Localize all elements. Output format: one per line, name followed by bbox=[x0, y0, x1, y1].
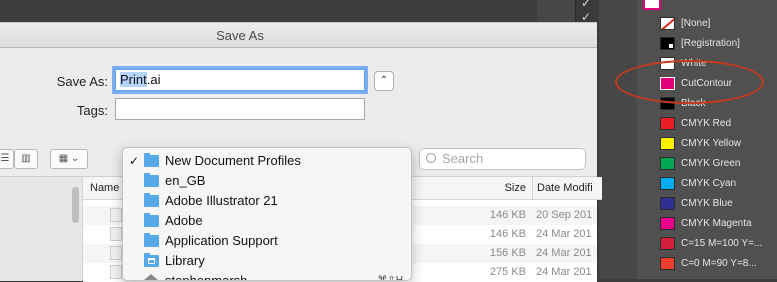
folder-icon bbox=[144, 193, 159, 207]
location-menu-label: Adobe bbox=[165, 213, 203, 228]
swatch-chip bbox=[660, 176, 675, 190]
swatch-name: C=0 M=90 Y=8... bbox=[681, 257, 757, 269]
swatch-row[interactable]: CMYK Red bbox=[637, 113, 777, 133]
swatch-row[interactable]: C=15 M=100 Y=... bbox=[637, 233, 777, 253]
file-date: 24 Mar 201 bbox=[536, 247, 592, 259]
columns-view-button[interactable]: ▥ bbox=[14, 149, 38, 169]
swatch-name: CMYK Cyan bbox=[681, 177, 737, 189]
search-placeholder: Search bbox=[442, 151, 484, 166]
location-menu-item[interactable]: stephenmarsh ⌘⇧H bbox=[123, 271, 411, 281]
folder-icon bbox=[144, 233, 159, 247]
location-menu-label: Application Support bbox=[165, 233, 278, 248]
columns-view-icon: ▥ bbox=[21, 153, 31, 164]
file-date: 20 Sep 201 bbox=[536, 209, 593, 221]
file-size: 275 KB bbox=[489, 266, 526, 278]
swatch-row[interactable]: CMYK Green bbox=[637, 153, 777, 173]
dialog-title: Save As bbox=[216, 28, 264, 43]
arrange-icon: ▦ ⌄ bbox=[58, 153, 80, 164]
collapse-dialog-button[interactable]: ⌃ bbox=[374, 71, 394, 91]
swatch-chip bbox=[660, 136, 675, 150]
file-size: 146 KB bbox=[489, 209, 526, 221]
location-menu-label: New Document Profiles bbox=[165, 153, 301, 168]
search-icon bbox=[426, 153, 436, 163]
folder-icon bbox=[144, 173, 159, 187]
location-menu-label: stephenmarsh bbox=[165, 273, 248, 281]
list-view-icon: ☰ bbox=[0, 153, 10, 164]
list-view-button[interactable]: ☰ bbox=[0, 149, 14, 169]
file-size: 146 KB bbox=[489, 228, 526, 240]
swatch-chip bbox=[660, 16, 675, 30]
location-menu-item[interactable]: Adobe bbox=[123, 211, 411, 231]
swatch-row[interactable]: [None] bbox=[637, 13, 777, 33]
fill-color-chip[interactable] bbox=[643, 0, 661, 10]
sidebar bbox=[0, 177, 83, 281]
library-folder-icon bbox=[144, 253, 159, 267]
location-menu-label: en_GB bbox=[165, 173, 206, 188]
swatch-row[interactable]: CMYK Cyan bbox=[637, 173, 777, 193]
swatch-chip bbox=[660, 156, 675, 170]
column-header-date[interactable]: Date Modifi bbox=[532, 177, 602, 200]
filename-field[interactable]: Print.ai bbox=[115, 69, 365, 91]
annotation-ellipse bbox=[615, 60, 764, 104]
location-menu-item[interactable]: Library bbox=[123, 251, 411, 271]
swatch-name: CMYK Green bbox=[681, 157, 741, 169]
swatch-row[interactable]: CMYK Blue bbox=[637, 193, 777, 213]
swatch-row[interactable]: C=0 M=90 Y=8... bbox=[637, 253, 777, 273]
swatch-chip bbox=[660, 236, 675, 250]
file-icon bbox=[110, 265, 122, 279]
search-field[interactable]: Search bbox=[419, 148, 586, 170]
location-popup-menu: ✓ New Document Profiles en_GB Adobe Illustr… bbox=[122, 147, 412, 281]
swatch-name: CMYK Magenta bbox=[681, 217, 752, 229]
swatch-chip bbox=[660, 36, 675, 50]
file-size: 156 KB bbox=[489, 247, 526, 259]
checkmark-icon: ✓ bbox=[581, 0, 592, 10]
swatch-name: [None] bbox=[681, 17, 711, 29]
folder-icon bbox=[144, 213, 159, 227]
swatch-chip bbox=[660, 116, 675, 130]
location-menu-label: Library bbox=[165, 253, 205, 268]
dialog-titlebar: Save As bbox=[0, 23, 597, 48]
checkmark-icon: ✓ bbox=[129, 154, 140, 168]
tags-label: Tags: bbox=[76, 103, 108, 118]
swatch-row[interactable]: [Registration] bbox=[637, 33, 777, 53]
home-icon bbox=[144, 274, 159, 280]
file-icon bbox=[110, 208, 122, 222]
save-as-label: Save As: bbox=[56, 74, 108, 89]
swatch-chip bbox=[660, 196, 675, 210]
file-icon bbox=[110, 227, 122, 241]
file-date: 24 Mar 201 bbox=[536, 228, 592, 240]
file-icon bbox=[110, 246, 122, 260]
location-menu-item[interactable]: ✓ New Document Profiles bbox=[123, 151, 411, 171]
swatch-row[interactable]: CMYK Magenta bbox=[637, 213, 777, 233]
folder-icon bbox=[144, 153, 159, 167]
swatch-row[interactable]: CMYK Yellow bbox=[637, 133, 777, 153]
swatch-name: C=15 M=100 Y=... bbox=[681, 237, 763, 249]
filename-extension: .ai bbox=[146, 72, 161, 87]
swatch-name: CMYK Red bbox=[681, 117, 732, 129]
column-header-size[interactable]: Size bbox=[420, 177, 532, 200]
sidebar-scrollbar[interactable] bbox=[72, 187, 79, 223]
location-menu-item[interactable]: Application Support bbox=[123, 231, 411, 251]
location-menu-item[interactable]: en_GB bbox=[123, 171, 411, 191]
shortcut-label: ⌘⇧H bbox=[377, 275, 403, 281]
swatch-name: [Registration] bbox=[681, 37, 740, 49]
location-menu-item[interactable]: Adobe Illustrator 21 bbox=[123, 191, 411, 211]
file-date: 24 Mar 201 bbox=[536, 266, 592, 278]
swatch-name: CMYK Blue bbox=[681, 197, 733, 209]
filename-selection: Print bbox=[120, 72, 147, 87]
arrange-button[interactable]: ▦ ⌄ bbox=[50, 149, 88, 169]
swatch-chip bbox=[660, 216, 675, 230]
swatch-chip bbox=[660, 256, 675, 270]
tags-field[interactable] bbox=[115, 98, 365, 120]
swatch-name: CMYK Yellow bbox=[681, 137, 742, 149]
location-menu-label: Adobe Illustrator 21 bbox=[165, 193, 278, 208]
